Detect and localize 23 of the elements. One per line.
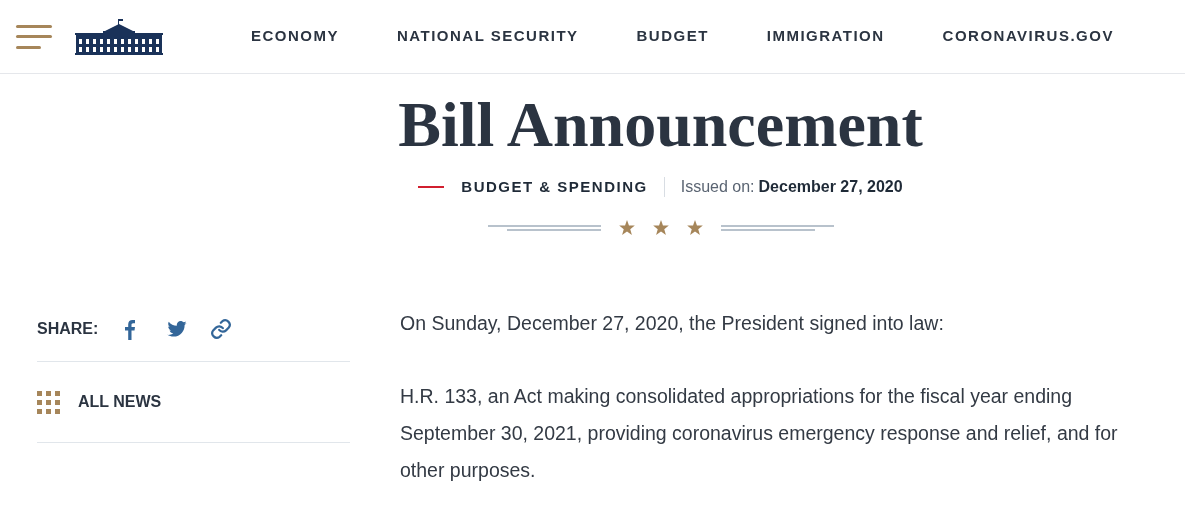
nav-link[interactable]: ECONOMY: [251, 25, 339, 48]
issued-date: December 27, 2020: [758, 177, 903, 197]
nav-link[interactable]: BUDGET: [636, 25, 709, 48]
facebook-icon[interactable]: [125, 318, 136, 340]
menu-icon[interactable]: [16, 24, 52, 49]
accent-rule: [418, 186, 445, 188]
grid-icon: [37, 390, 60, 414]
star-icon: [652, 220, 669, 235]
building-logo[interactable]: [75, 18, 163, 55]
star-icon: [618, 220, 635, 235]
article-title: Bill Announcement: [398, 88, 923, 162]
all-news-link[interactable]: ALL NEWS: [78, 390, 162, 414]
body-paragraph: On Sunday, December 27, 2020, the President signed into law:: [400, 311, 945, 336]
bird-icon[interactable]: [167, 321, 188, 337]
link-icon[interactable]: [210, 318, 233, 340]
nav-link[interactable]: CORONAVIRUS.GOV: [942, 25, 1114, 48]
body-paragraph: H.R. 133, an Act making consolidated appropriations for the fiscal year ending September 30, 2021, providing coronavirus emergency response and relief, and for other purposes.: [400, 384, 1119, 483]
nav-link[interactable]: NATIONAL SECURITY: [396, 25, 579, 48]
category-link[interactable]: BUDGET & SPENDING: [461, 175, 648, 199]
issued-label: Issued on:: [680, 177, 755, 197]
share-label: SHARE:: [37, 319, 99, 339]
nav-link[interactable]: IMMIGRATION: [766, 25, 885, 48]
star-icon: [686, 220, 703, 235]
